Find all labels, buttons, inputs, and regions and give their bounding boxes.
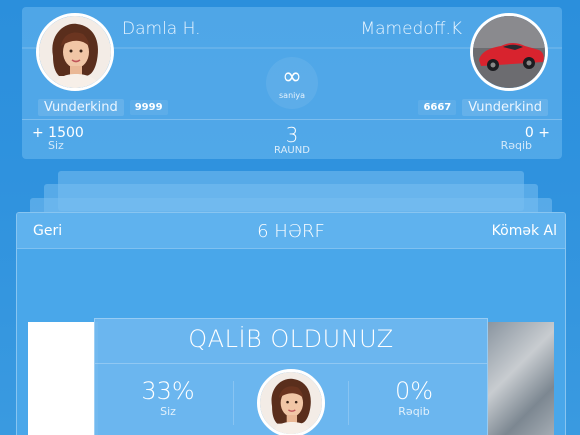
picture-tile-right — [488, 322, 554, 435]
timer-label: saniya — [279, 91, 305, 100]
opponent-points: 6667 — [418, 99, 457, 115]
opponent-percent: 0% Rəqib — [369, 377, 459, 418]
red-car-icon — [473, 16, 545, 88]
player-score: + 1500 Siz — [32, 125, 84, 152]
help-button[interactable]: Kömək Al — [492, 223, 557, 239]
opponent-level: Vunderkind — [462, 98, 548, 116]
winner-avatar — [257, 369, 325, 435]
player-percent-value: 33% — [141, 377, 195, 405]
opponent-score-label: Rəqib — [500, 139, 532, 152]
round-label: RAUND — [274, 145, 310, 156]
player-percent-label: Siz — [160, 405, 176, 418]
header-divider — [22, 119, 562, 120]
player-score-label: Siz — [48, 139, 64, 152]
woman-portrait-icon — [260, 372, 322, 434]
player-level: Vunderkind — [38, 98, 124, 116]
player-avatar[interactable] — [36, 13, 114, 91]
opponent-percent-label: Rəqib — [398, 405, 430, 418]
player-percent: 33% Siz — [123, 377, 213, 418]
opponent-badges: 6667 Vunderkind — [418, 97, 548, 117]
score-header: Damla H. Mamedoff.K Vunderkind 9999 6667… — [22, 7, 562, 159]
round-number: 3 — [285, 123, 299, 147]
result-dialog: QALİB OLDUNUZ 33% Siz 0% Rəqib — [94, 318, 488, 435]
result-separator-left — [233, 381, 234, 425]
opponent-score: 0 + Rəqib — [501, 125, 550, 152]
woman-portrait-icon — [39, 16, 111, 88]
player-points: 9999 — [129, 99, 168, 115]
opponent-avatar[interactable] — [470, 13, 548, 91]
picture-tile-left — [28, 322, 98, 435]
round-timer: ∞ saniya — [266, 57, 318, 109]
card-toolbar: Geri 6 HƏRF Kömək Al — [17, 213, 565, 249]
result-separator-right — [348, 381, 349, 425]
infinity-icon: ∞ — [282, 62, 302, 90]
opponent-percent-value: 0% — [394, 377, 434, 405]
round-indicator: 3 RAUND — [262, 125, 322, 156]
opponent-name: Mamedoff.K — [360, 19, 462, 39]
player-badges: Vunderkind 9999 — [38, 97, 168, 117]
word-length-label: 6 HƏRF — [257, 221, 325, 242]
result-title: QALİB OLDUNUZ — [188, 325, 394, 353]
player-name: Damla H. — [122, 19, 201, 39]
result-divider — [95, 363, 487, 364]
